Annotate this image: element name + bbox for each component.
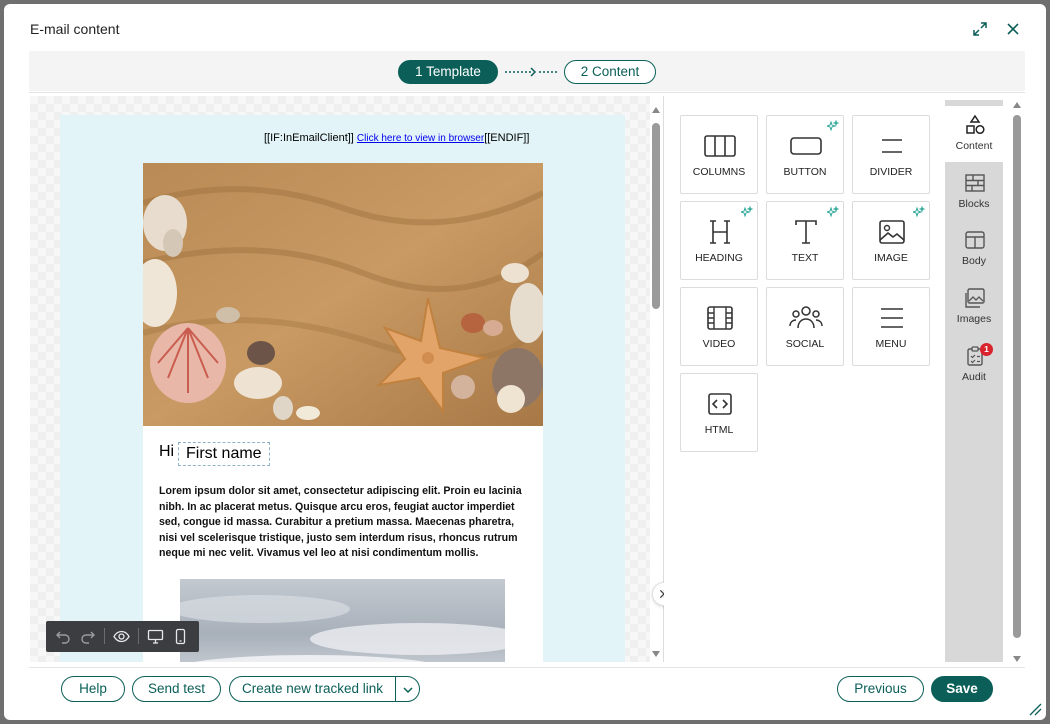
canvas-scroll-thumb[interactable] [652,123,660,309]
block-image[interactable]: IMAGE [852,201,930,280]
stepper: 1 Template 2 Content [29,51,1025,91]
sidebar-item-audit[interactable]: 1 Audit [945,337,1003,393]
block-social[interactable]: SOCIAL [766,287,844,366]
close-icon[interactable] [1004,20,1022,38]
email-background: [[IF:InEmailClient]] Click here to view … [60,115,625,662]
sidebar-label: Content [955,140,993,152]
step-content[interactable]: 2 Content [564,60,656,84]
editor-toolbar [46,621,199,652]
tracked-link-dropdown[interactable] [395,676,420,702]
divider-icon [882,139,902,153]
footer-divider [29,667,1025,668]
sidebar-label: Blocks [958,198,990,210]
save-button[interactable]: Save [931,676,993,702]
block-button[interactable]: BUTTON [766,115,844,194]
image-icon [879,220,905,244]
block-label: COLUMNS [692,166,746,178]
layout-icon [965,231,985,249]
chevron-down-icon [403,687,413,694]
block-video[interactable]: VIDEO [680,287,758,366]
sidebar-item-content[interactable]: Content [945,106,1003,162]
send-test-button[interactable]: Send test [132,676,221,702]
block-columns[interactable]: COLUMNS [680,115,758,194]
shapes-icon [966,114,985,135]
images-icon [965,288,985,308]
block-divider[interactable]: DIVIDER [852,115,930,194]
toolbar-separator [104,628,105,644]
desktop-view-icon[interactable] [147,628,164,645]
hero-image-sand-shells[interactable] [143,163,543,426]
email-content-dialog: E-mail content 1 Template 2 Content [[IF… [4,4,1046,720]
ai-sparkle-icon [913,206,925,218]
sidebar-item-blocks[interactable]: Blocks [945,164,1003,220]
sidebar-label: Images [956,313,992,325]
audit-count-badge: 1 [980,343,993,356]
email-canvas[interactable]: [[IF:InEmailClient]] Click here to view … [30,96,650,662]
greeting-text: Hi [159,443,175,460]
social-icon [789,306,823,329]
sidebar-item-images[interactable]: Images [945,279,1003,335]
block-label: MENU [875,338,907,350]
undo-icon[interactable] [55,628,72,645]
block-label: HTML [704,424,734,436]
view-in-browser-link[interactable]: Click here to view in browser [357,133,484,144]
block-label: TEXT [791,252,819,264]
html-icon [708,393,732,415]
block-label: SOCIAL [785,338,825,350]
header-divider [29,92,1025,93]
preview-eye-icon[interactable] [113,628,130,645]
mobile-view-icon[interactable] [172,628,189,645]
sidebar-label: Body [962,255,986,267]
dialog-title: E-mail content [30,21,120,37]
create-tracked-link-button[interactable]: Create new tracked link [229,676,396,702]
sky-image[interactable] [180,579,505,662]
block-heading[interactable]: HEADING [680,201,758,280]
panel-scroll-thumb[interactable] [1013,115,1021,638]
menu-icon [881,308,903,328]
sidebar-label: Audit [962,371,986,383]
block-label: DIVIDER [869,166,913,178]
preheader-prefix: [[IF:InEmailClient]] [264,132,354,144]
expand-icon[interactable] [971,20,989,38]
editor-sidebar: Content Blocks Body Images 1 Audit [945,100,1003,662]
button-icon [790,137,822,155]
step-template[interactable]: 1 Template [398,60,498,84]
first-name-merge-field[interactable]: First name [178,442,270,466]
resize-handle-icon[interactable] [1028,702,1042,716]
text-icon [795,220,817,244]
email-body: Hi First name Lorem ipsum dolor sit amet… [143,163,543,662]
step-connector-icon [505,67,557,77]
toolbar-separator [138,628,139,644]
block-label: BUTTON [783,166,827,178]
block-html[interactable]: HTML [680,373,758,452]
heading-icon [710,220,730,244]
ai-sparkle-icon [827,206,839,218]
block-label: HEADING [695,252,743,264]
block-menu[interactable]: MENU [852,287,930,366]
block-text[interactable]: TEXT [766,201,844,280]
block-label: VIDEO [702,338,736,350]
sidebar-item-body[interactable]: Body [945,221,1003,277]
help-button[interactable]: Help [61,676,125,702]
previous-button[interactable]: Previous [837,676,924,702]
preheader-suffix: [[ENDIF]] [484,132,530,144]
video-icon [707,306,733,330]
brick-icon [965,174,985,192]
content-blocks-panel: COLUMNS BUTTON DIVIDER HEADING TEXT IMAG… [664,96,945,662]
redo-icon[interactable] [79,628,96,645]
ai-sparkle-icon [741,206,753,218]
preheader: [[IF:InEmailClient]] Click here to view … [60,132,625,144]
body-paragraph[interactable]: Lorem ipsum dolor sit amet, consectetur … [159,484,527,562]
columns-icon [704,135,736,157]
block-label: IMAGE [874,252,908,264]
ai-sparkle-icon [827,120,839,132]
